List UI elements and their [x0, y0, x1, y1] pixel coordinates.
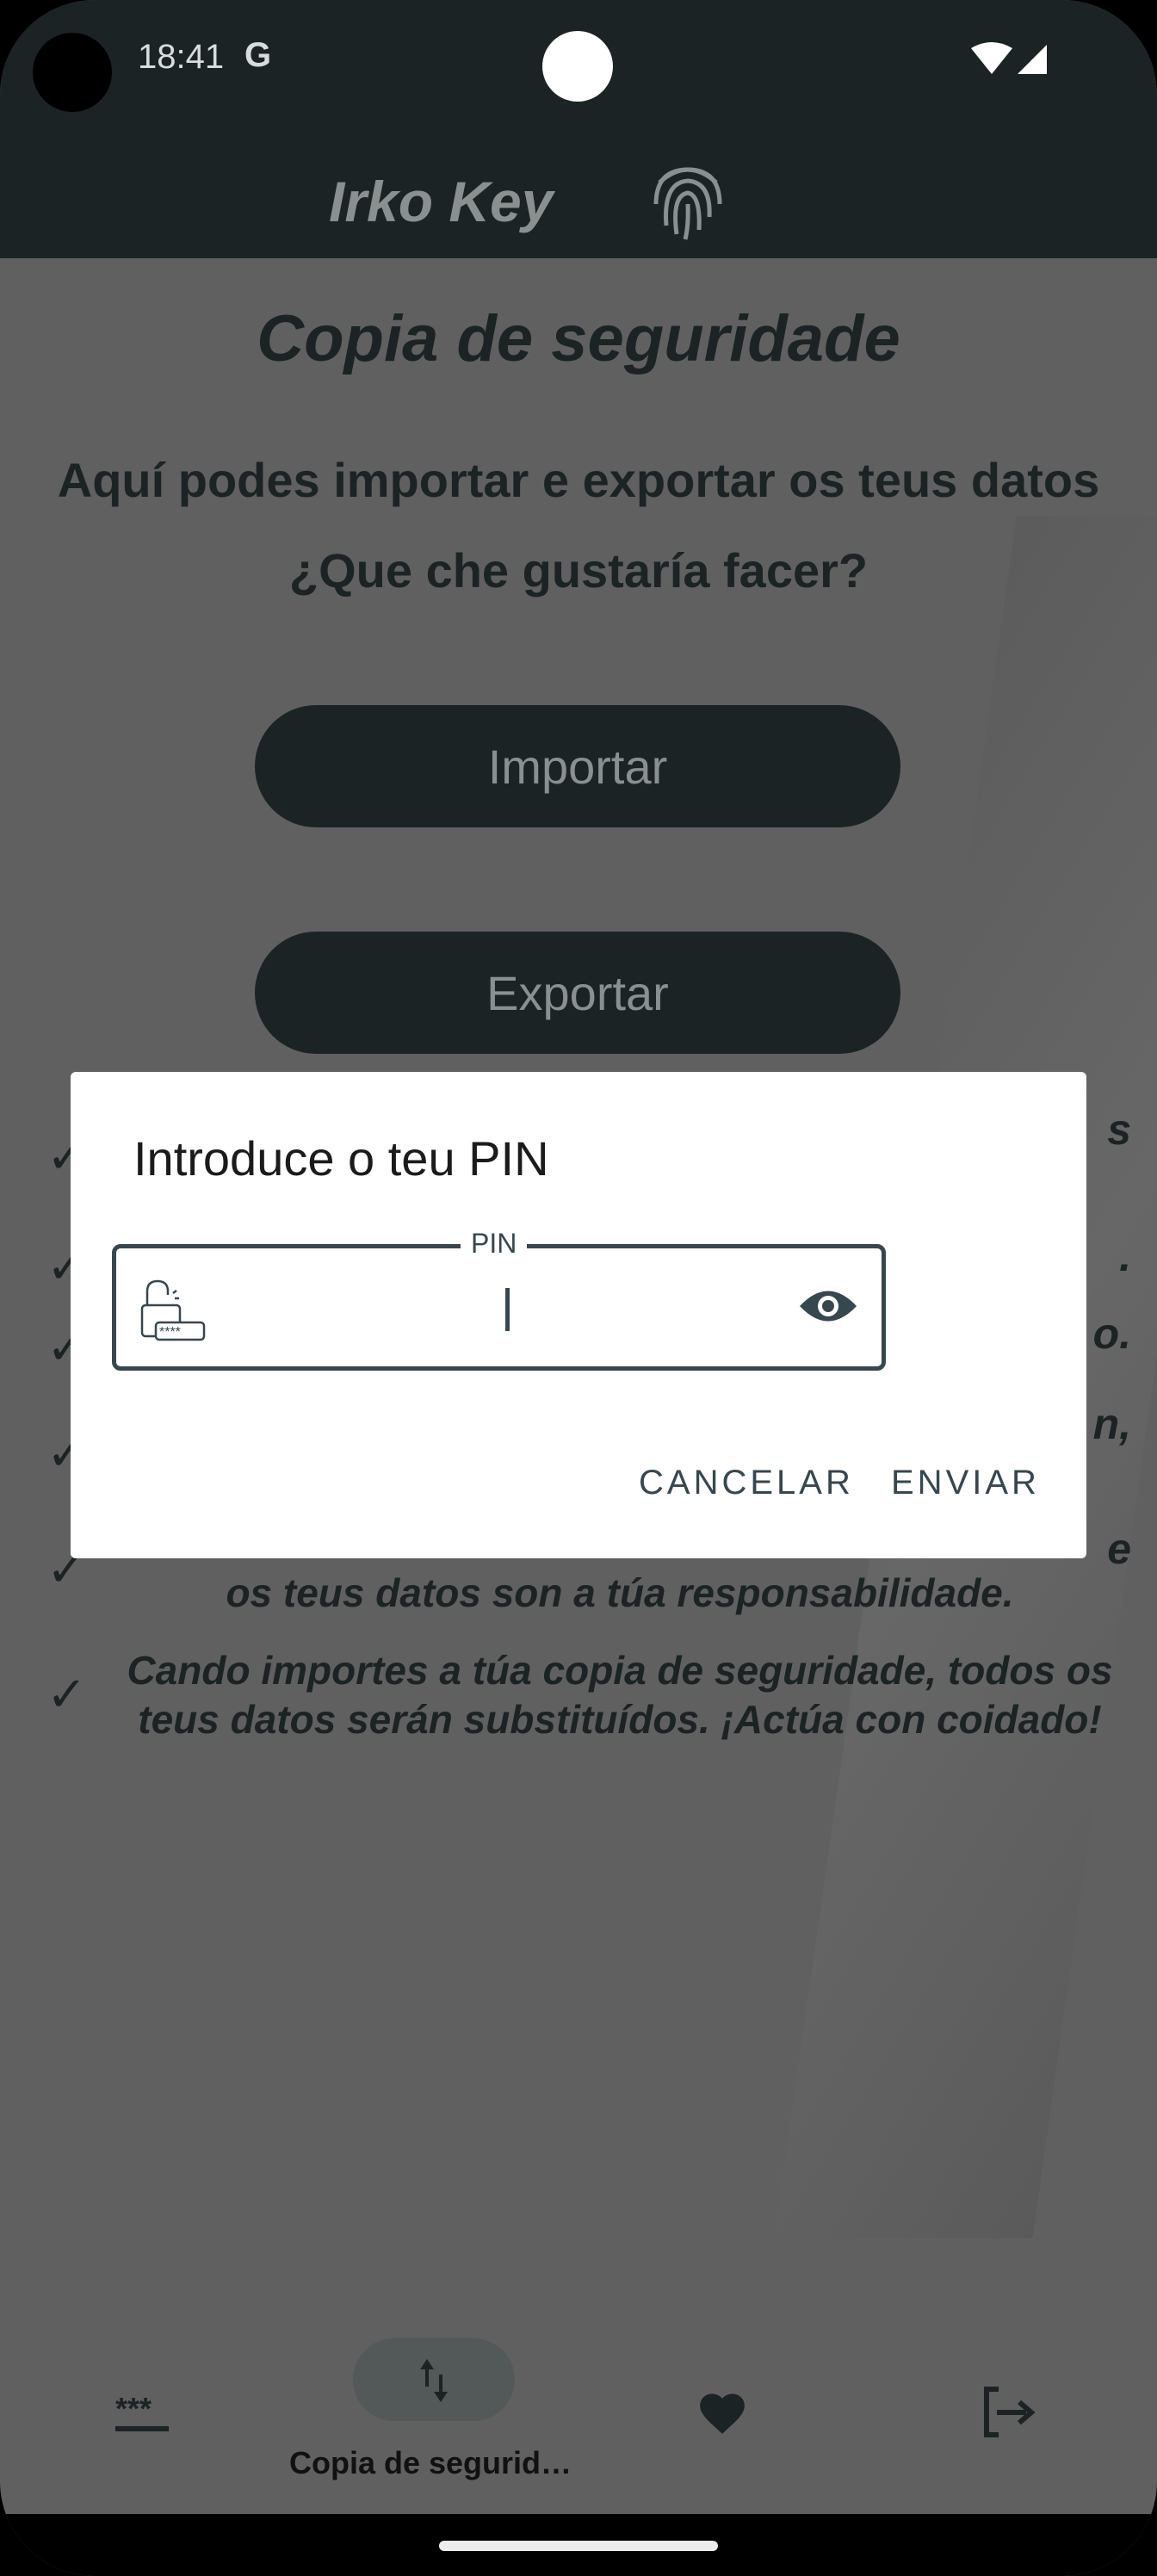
logout-icon[interactable]	[983, 2387, 1040, 2438]
wifi-signal-icon	[971, 42, 1047, 74]
cancel-button[interactable]: CANCELAR	[639, 1464, 854, 1502]
svg-text:****: ****	[159, 1325, 181, 1340]
note-fragment: o.	[1092, 1310, 1131, 1358]
pin-label: PIN	[461, 1228, 528, 1260]
note-fragment: s	[1107, 1105, 1131, 1154]
screen: 18:41 G Irko Key Copia de seguridade Aqu…	[0, 0, 1157, 2576]
intro-question: ¿Que che gustaría facer?	[288, 543, 869, 598]
camera-cutout	[33, 33, 112, 112]
import-button[interactable]: Importar	[255, 705, 900, 827]
app-title: Irko Key	[329, 170, 554, 233]
nav-item-backup[interactable]	[353, 2338, 515, 2421]
page-title: Copia de seguridade	[257, 302, 900, 375]
bottom-navigation: *** Copia de segurid…	[0, 2307, 1157, 2514]
google-icon: G	[244, 36, 272, 74]
lock-password-icon: ****	[140, 1279, 206, 1341]
send-button[interactable]: ENVIAR	[891, 1464, 1040, 1502]
camera-dot	[542, 31, 613, 102]
pin-input[interactable]: PIN ****	[112, 1228, 886, 1371]
status-time: 18:41	[138, 38, 225, 76]
svg-text:***: ***	[115, 2393, 152, 2426]
note-responsibility: os teus datos son a túa responsabilidade…	[226, 1570, 1014, 1615]
note-fragment: .	[1119, 1232, 1131, 1280]
app-header: 18:41 G Irko Key	[0, 0, 1157, 258]
note-fragment: n,	[1092, 1400, 1131, 1448]
gesture-handle[interactable]	[439, 2541, 718, 2551]
export-button[interactable]: Exportar	[255, 932, 900, 1054]
note-import-warning-1: Cando importes a túa copia de seguridade…	[127, 1648, 1113, 1693]
text-cursor	[505, 1288, 510, 1331]
dialog-title: Introduce o teu PIN	[133, 1131, 549, 1186]
pin-dialog: Introduce o teu PIN PIN **** CANCELAR EN…	[71, 1072, 1086, 1558]
note-fragment: e	[1107, 1525, 1131, 1573]
check-icon: ✓	[46, 1667, 87, 1721]
fingerprint-icon	[653, 167, 722, 240]
visibility-eye-icon[interactable]	[798, 1285, 858, 1328]
password-icon[interactable]: ***	[112, 2393, 172, 2437]
heart-icon[interactable]	[696, 2387, 749, 2437]
intro-text: Aquí podes importar e exportar os teus d…	[57, 453, 1100, 507]
nav-label-backup[interactable]: Copia de segurid…	[289, 2445, 572, 2481]
note-import-warning-2: teus datos serán substituídos. ¡Actúa co…	[138, 1697, 1102, 1742]
swap-vert-icon	[420, 2359, 448, 2402]
